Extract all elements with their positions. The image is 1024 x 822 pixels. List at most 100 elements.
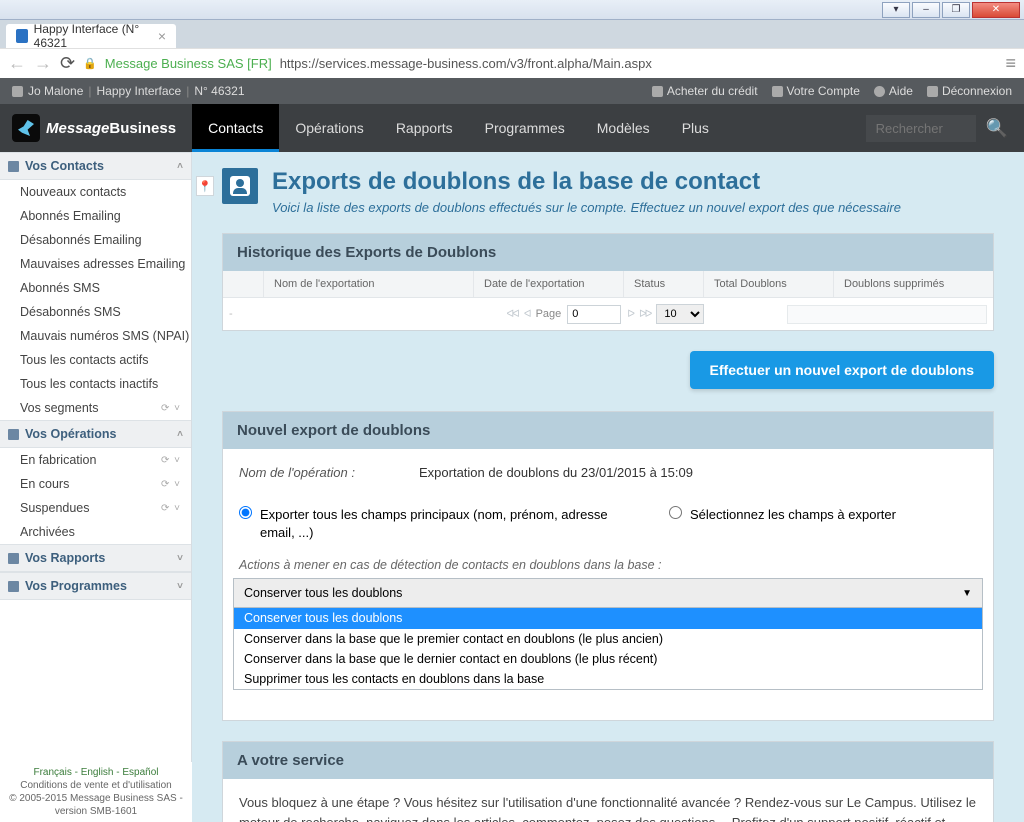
footer-terms[interactable]: Conditions de vente et d'utilisation xyxy=(6,779,186,792)
sidebar-section-reports[interactable]: Vos Rapports˅ xyxy=(0,544,191,572)
col-removed[interactable]: Doublons supprimés xyxy=(833,271,993,297)
nav-plus[interactable]: Plus xyxy=(666,104,725,152)
sidebar-item-fab[interactable]: En fabrication⟳ ˅ xyxy=(0,448,191,472)
nav-contacts[interactable]: Contacts xyxy=(192,104,279,152)
pager-first-icon[interactable]: ᐊᐊ xyxy=(506,309,517,320)
folder-icon xyxy=(8,429,19,440)
window-close[interactable]: ✕ xyxy=(972,2,1020,18)
page-subtitle: Voici la liste des exports de doublons e… xyxy=(272,200,901,215)
window-maximize[interactable]: ❐ xyxy=(942,2,970,18)
sidebar-item-new-contacts[interactable]: Nouveaux contacts xyxy=(0,180,191,204)
history-heading: Historique des Exports de Doublons xyxy=(223,234,993,271)
actions-dropdown[interactable]: Conserver tous les doublons ▼ xyxy=(233,578,983,608)
main-content: 📍 Exports de doublons de la base de cont… xyxy=(192,152,1024,822)
refresh-icon[interactable]: ⟳ ˅ xyxy=(161,403,181,414)
refresh-icon[interactable]: ⟳ ˅ xyxy=(161,503,181,514)
sidebar: Vos Contacts˄ Nouveaux contacts Abonnés … xyxy=(0,152,192,822)
logo-bird-icon xyxy=(12,114,40,142)
username: Jo Malone xyxy=(28,84,83,98)
col-name[interactable]: Nom de l'exportation xyxy=(263,271,473,297)
service-heading: A votre service xyxy=(223,742,993,779)
sidebar-section-programs[interactable]: Vos Programmes˅ xyxy=(0,572,191,600)
pager-last-icon[interactable]: ᐅᐅ xyxy=(639,309,650,320)
pager-size-select[interactable]: 10 xyxy=(656,304,704,324)
pin-sidebar-icon[interactable]: 📍 xyxy=(196,176,214,196)
sidebar-item-bad-sms[interactable]: Mauvais numéros SMS (NPAI) xyxy=(0,324,191,348)
sidebar-section-operations[interactable]: Vos Opérations˄ xyxy=(0,420,191,448)
product-name: Happy Interface xyxy=(97,84,182,98)
pager-prev-icon[interactable]: ᐊ xyxy=(524,309,530,320)
logout-icon xyxy=(927,86,938,97)
browser-toolbar: ← → ⟳ 🔒 Message Business SAS [FR] https:… xyxy=(0,48,1024,78)
sidebar-item-encours[interactable]: En cours⟳ ˅ xyxy=(0,472,191,496)
sidebar-section-contacts[interactable]: Vos Contacts˄ xyxy=(0,152,191,180)
user-icon xyxy=(12,86,23,97)
refresh-icon[interactable]: ⟳ ˅ xyxy=(161,455,181,466)
favicon-icon xyxy=(16,29,28,43)
radio-export-select-input[interactable] xyxy=(669,506,682,519)
nav-programmes[interactable]: Programmes xyxy=(469,104,581,152)
sidebar-item-inactive[interactable]: Tous les contacts inactifs xyxy=(0,372,191,396)
forward-button[interactable]: → xyxy=(34,53,52,74)
browser-tab[interactable]: Happy Interface (N° 46321 × xyxy=(6,24,176,48)
page-title: Exports de doublons de la base de contac… xyxy=(272,168,901,196)
pager-page-input[interactable] xyxy=(567,305,621,324)
logo[interactable]: MessageBusiness xyxy=(12,114,176,142)
dropdown-option[interactable]: Conserver dans la base que le dernier co… xyxy=(234,649,982,669)
window-dropdown[interactable]: ▾ xyxy=(882,2,910,18)
search-input[interactable] xyxy=(866,115,976,142)
col-date[interactable]: Date de l'exportation xyxy=(473,271,623,297)
sidebar-item-active[interactable]: Tous les contacts actifs xyxy=(0,348,191,372)
nav-rapports[interactable]: Rapports xyxy=(380,104,469,152)
sidebar-item-unsub-email[interactable]: Désabonnés Emailing xyxy=(0,228,191,252)
chevron-up-icon: ˄ xyxy=(177,161,183,172)
gear-icon xyxy=(8,581,19,592)
browser-menu-icon[interactable]: ≡ xyxy=(1005,53,1016,74)
os-window-chrome: ▾ – ❐ ✕ xyxy=(0,0,1024,20)
sidebar-item-unsub-sms[interactable]: Désabonnés SMS xyxy=(0,300,191,324)
dropdown-option[interactable]: Supprimer tous les contacts en doublons … xyxy=(234,669,982,689)
search-icon[interactable]: 🔍 xyxy=(986,118,1008,139)
buy-credit-link[interactable]: Acheter du crédit xyxy=(652,84,758,98)
credit-card-icon xyxy=(652,86,663,97)
sidebar-item-arch[interactable]: Archivées xyxy=(0,520,191,544)
help-link[interactable]: Aide xyxy=(874,84,913,98)
sidebar-item-bad-email[interactable]: Mauvaises adresses Emailing xyxy=(0,252,191,276)
sidebar-item-sub-email[interactable]: Abonnés Emailing xyxy=(0,204,191,228)
col-status[interactable]: Status xyxy=(623,271,703,297)
nav-operations[interactable]: Opérations xyxy=(279,104,379,152)
service-body: Vous bloquez à une étape ? Vous hésitez … xyxy=(223,779,993,822)
caret-down-icon: ▼ xyxy=(962,588,972,599)
refresh-icon[interactable]: ⟳ ˅ xyxy=(161,479,181,490)
lock-icon: 🔒 xyxy=(83,57,97,70)
new-export-heading: Nouvel export de doublons xyxy=(223,412,993,449)
sidebar-item-segments[interactable]: Vos segments⟳ ˅ xyxy=(0,396,191,420)
new-export-button[interactable]: Effectuer un nouvel export de doublons xyxy=(690,351,994,389)
window-minimize[interactable]: – xyxy=(912,2,940,18)
dropdown-option[interactable]: Conserver tous les doublons xyxy=(234,608,982,628)
new-export-panel: Nouvel export de doublons Nom de l'opéra… xyxy=(222,411,994,721)
tab-close-icon[interactable]: × xyxy=(158,28,166,44)
utility-bar: Jo Malone | Happy Interface | N° 46321 A… xyxy=(0,78,1024,104)
radio-export-select[interactable]: Sélectionnez les champs à exporter xyxy=(669,506,896,524)
url-display[interactable]: https://services.message-business.com/v3… xyxy=(280,56,652,71)
nav-modeles[interactable]: Modèles xyxy=(581,104,666,152)
dropdown-option[interactable]: Conserver dans la base que le premier co… xyxy=(234,629,982,649)
pager-next-icon[interactable]: ᐅ xyxy=(627,309,633,320)
dropdown-selected: Conserver tous les doublons xyxy=(244,586,402,600)
footer-languages[interactable]: Français - English - Español xyxy=(6,766,186,779)
your-account-link[interactable]: Votre Compte xyxy=(772,84,860,98)
account-number: N° 46321 xyxy=(194,84,244,98)
operation-name-input[interactable] xyxy=(419,461,977,484)
reload-button[interactable]: ⟳ xyxy=(60,53,75,74)
sidebar-item-susp[interactable]: Suspendues⟳ ˅ xyxy=(0,496,191,520)
radio-export-all[interactable]: Exporter tous les champs principaux (nom… xyxy=(239,506,609,542)
operation-name-label: Nom de l'opération : xyxy=(239,465,399,480)
help-icon xyxy=(874,86,885,97)
radio-export-all-input[interactable] xyxy=(239,506,252,519)
back-button[interactable]: ← xyxy=(8,53,26,74)
col-total[interactable]: Total Doublons xyxy=(703,271,833,297)
sidebar-item-sub-sms[interactable]: Abonnés SMS xyxy=(0,276,191,300)
logout-link[interactable]: Déconnexion xyxy=(927,84,1012,98)
history-panel: Historique des Exports de Doublons Nom d… xyxy=(222,233,994,331)
